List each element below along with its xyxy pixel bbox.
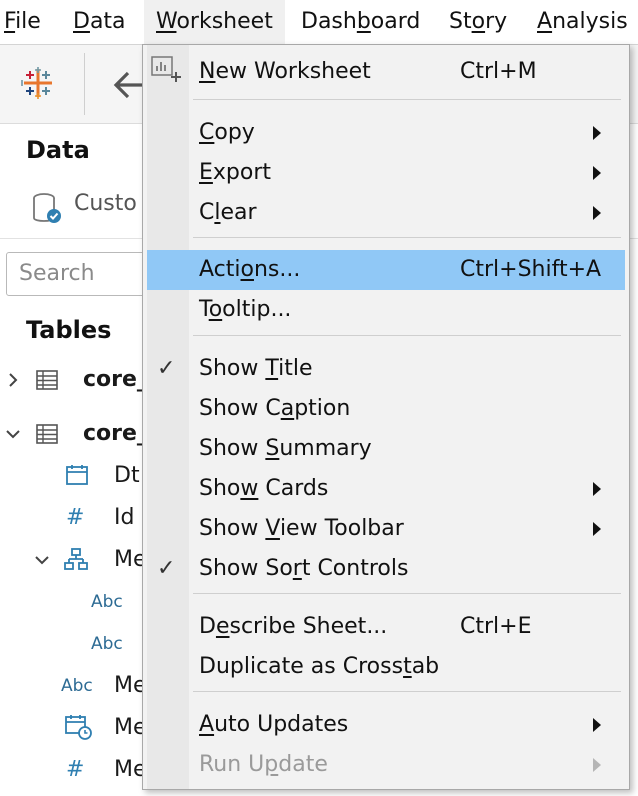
chevron-down-icon[interactable] [34,552,50,568]
shortcut-label: Ctrl+Shift+A [460,257,602,282]
number-icon: # [66,757,85,782]
menu-data[interactable]: Data [73,0,126,44]
menu-worksheet[interactable]: Worksheet [144,0,285,44]
string-type-icon: Abc [91,634,123,654]
chevron-right-icon[interactable] [5,372,21,388]
number-icon: # [66,505,85,530]
menu-item-export[interactable]: Export [147,153,625,193]
menu-item-auto-updates[interactable]: Auto Updates [147,705,625,745]
chevron-down-icon[interactable] [5,426,21,442]
menu-item-actions[interactable]: Actions... Ctrl+Shift+A [147,250,625,290]
tableau-logo-icon[interactable] [20,65,56,101]
table-icon [36,370,58,390]
menu-item-duplicate-as-crosstab[interactable]: Duplicate as Crosstab [147,647,625,687]
checkmark-icon: ✓ [157,556,176,581]
menu-separator [193,237,621,238]
menu-item-show-title[interactable]: ✓ Show Title [147,349,625,389]
table-name[interactable]: core_ [83,414,148,454]
hierarchy-icon [64,548,88,570]
menu-separator [193,99,621,100]
menu-story[interactable]: Story [449,0,507,44]
checkmark-icon: ✓ [157,356,176,381]
menu-item-show-view-toolbar[interactable]: Show View Toolbar [147,509,625,549]
string-type-icon: Abc [61,676,93,696]
menu-item-tooltip[interactable]: Tooltip... [147,290,625,330]
table-name[interactable]: core_ [83,360,148,400]
submenu-arrow-icon [593,126,601,140]
submenu-arrow-icon [593,206,601,220]
data-source-label: Custo [74,191,137,216]
datetime-icon [65,715,92,740]
menu-bar: File Data Worksheet Dashboard Story Anal… [0,0,638,45]
data-heading: Data [26,136,90,164]
menu-item-show-summary[interactable]: Show Summary [147,429,625,469]
submenu-arrow-icon [593,718,601,732]
menu-separator [193,335,621,336]
string-type-icon: Abc [91,592,123,612]
menu-item-copy[interactable]: Copy [147,113,625,153]
table-icon [36,424,58,444]
menu-item-run-update: Run Update [147,745,625,785]
shortcut-label: Ctrl+M [460,59,537,84]
menu-analysis[interactable]: Analysis [537,0,628,44]
menu-item-show-caption[interactable]: Show Caption [147,389,625,429]
menu-item-show-cards[interactable]: Show Cards [147,469,625,509]
shortcut-label: Ctrl+E [460,614,532,639]
database-icon [33,193,61,223]
submenu-arrow-icon [593,482,601,496]
toolbar-separator [84,53,85,115]
menu-separator [193,593,621,594]
field-name[interactable]: Id [114,498,134,538]
menu-item-new-worksheet[interactable]: New Worksheet Ctrl+M [147,52,625,92]
calendar-icon [66,465,88,485]
tables-heading: Tables [26,316,112,344]
submenu-arrow-icon [593,522,601,536]
menu-item-clear[interactable]: Clear [147,193,625,233]
menu-separator [193,691,621,692]
menu-item-describe-sheet[interactable]: Describe Sheet... Ctrl+E [147,607,625,647]
menu-file[interactable]: File [4,0,41,44]
menu-item-show-sort-controls[interactable]: ✓ Show Sort Controls [147,549,625,589]
field-name[interactable]: Dt [114,456,140,496]
submenu-arrow-icon [593,166,601,180]
menu-dashboard[interactable]: Dashboard [301,0,420,44]
new-worksheet-icon [151,56,181,82]
submenu-arrow-icon [593,758,601,772]
worksheet-menu: New Worksheet Ctrl+M Copy Export Clear A… [142,44,630,790]
